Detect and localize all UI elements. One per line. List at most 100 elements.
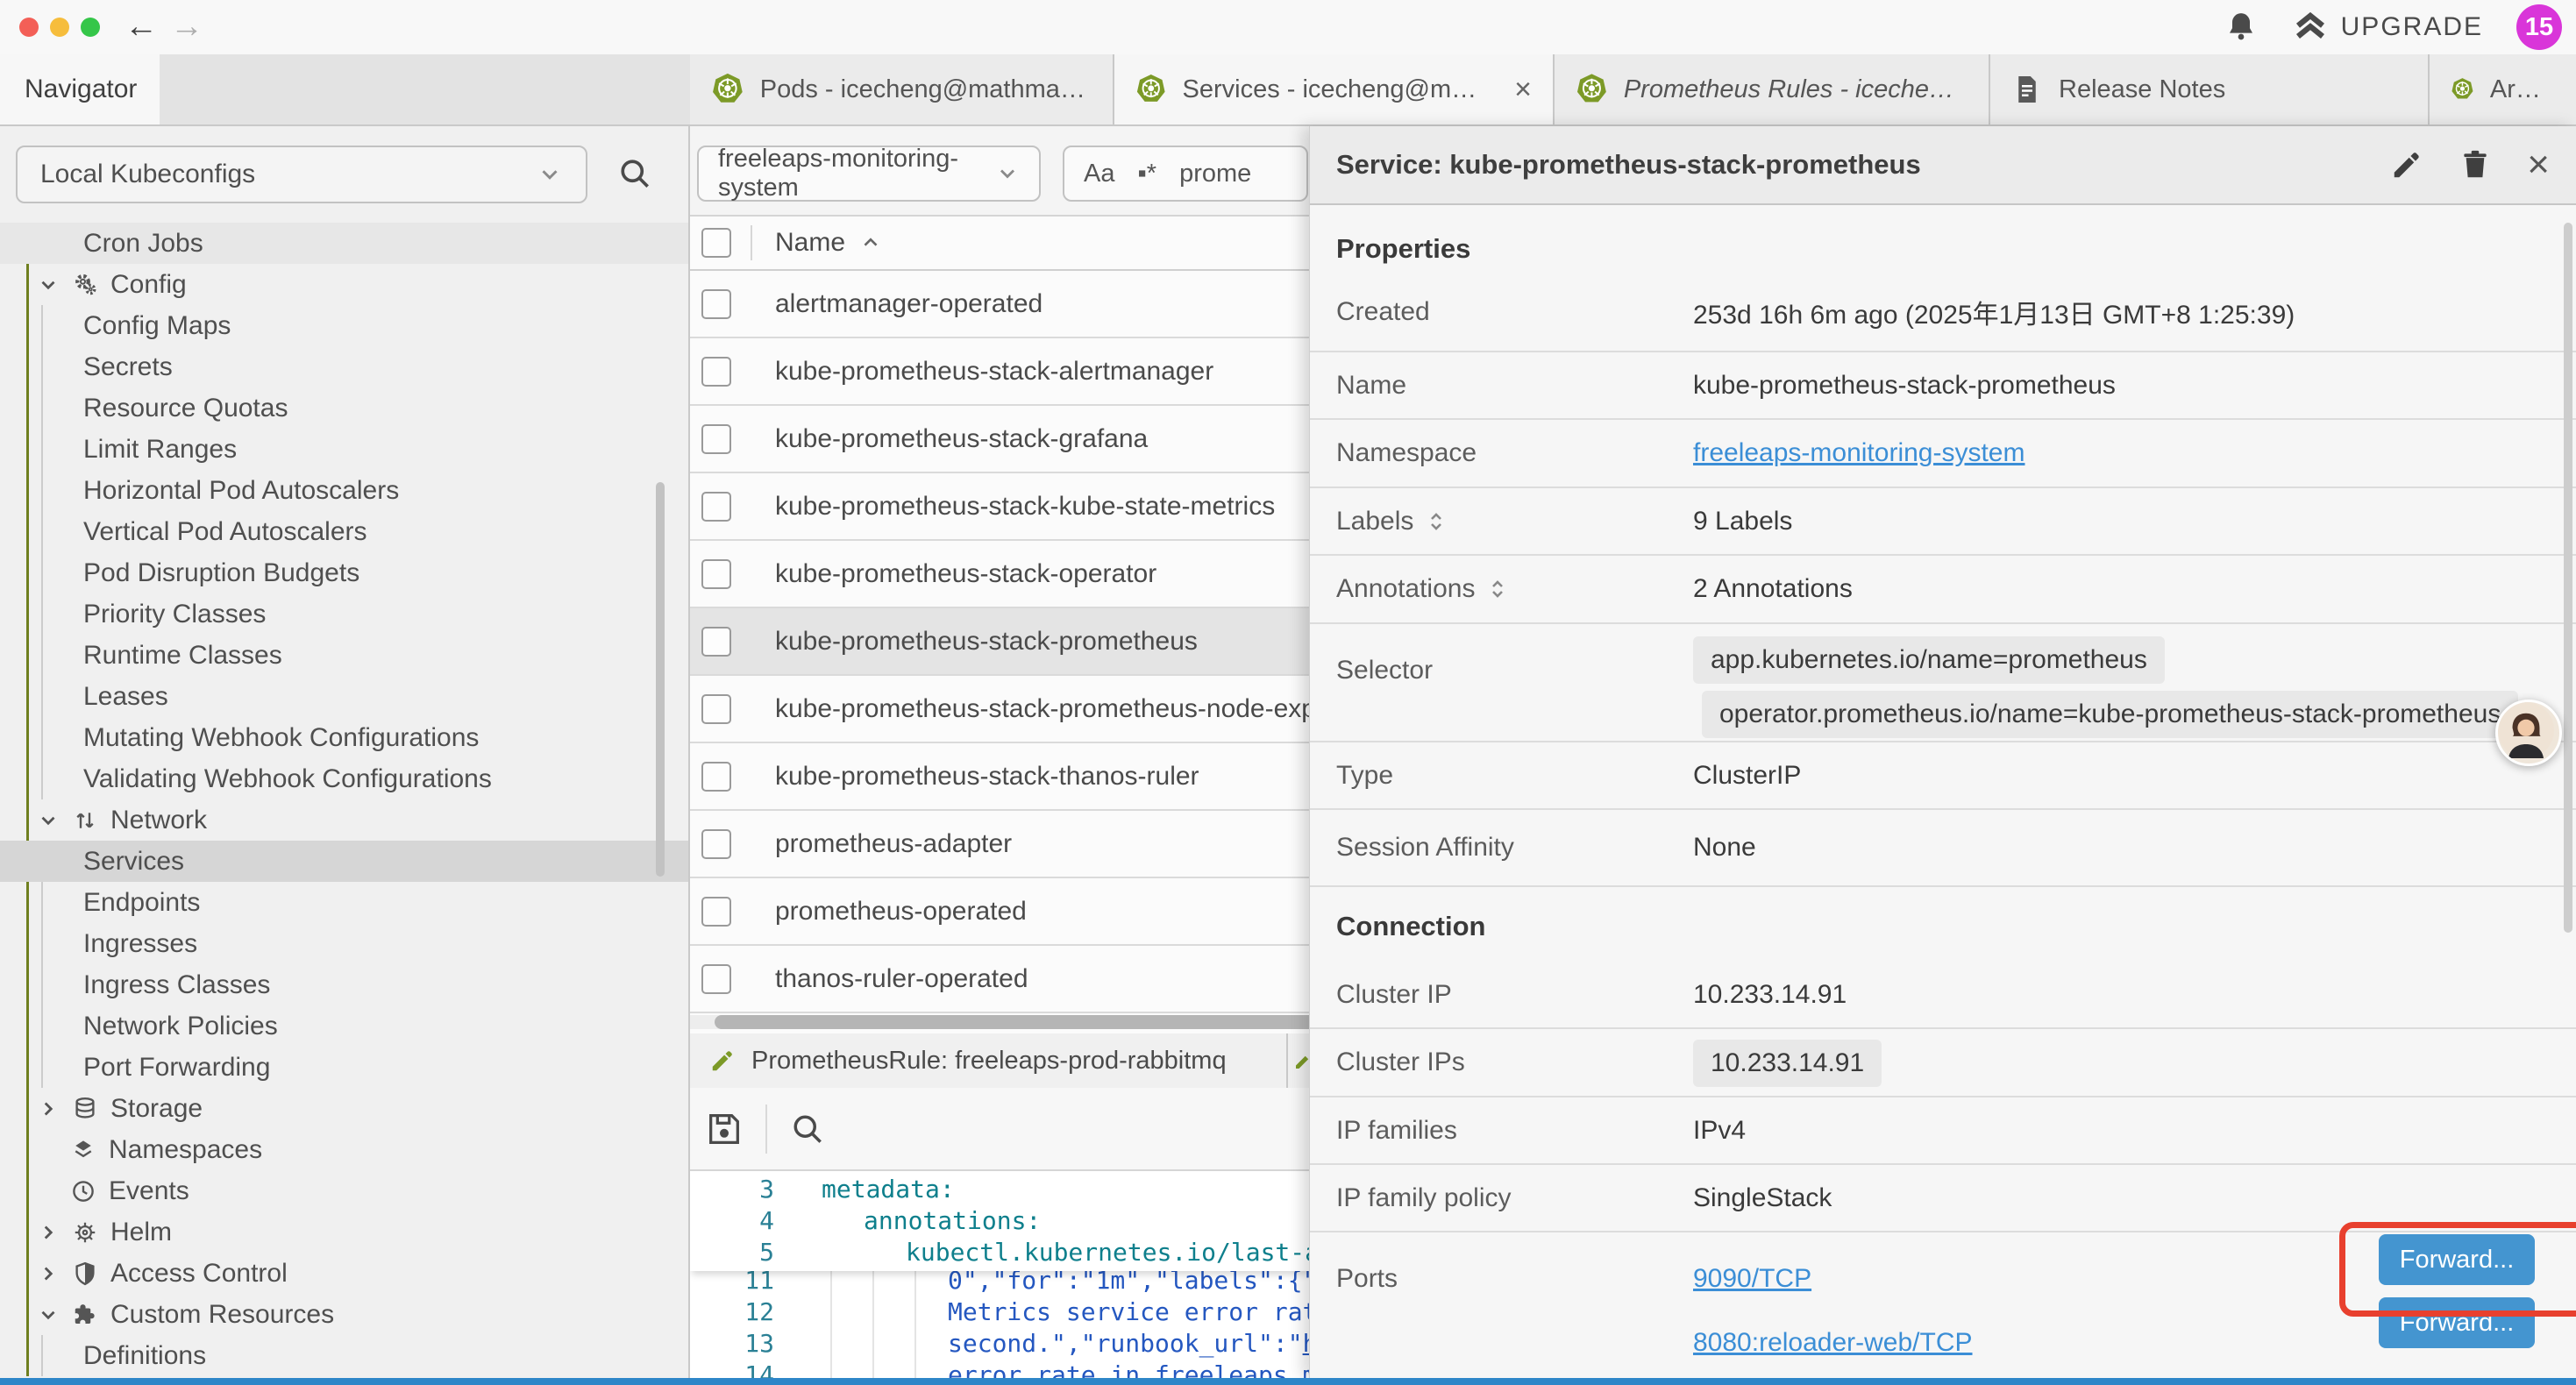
tree-item-pod-disruption-budgets[interactable]: Pod Disruption Budgets: [0, 552, 688, 593]
namespace-link[interactable]: freeleaps-monitoring-system: [1693, 438, 2025, 468]
gear-icon: [72, 272, 98, 298]
tree-item-events[interactable]: Events: [0, 1170, 688, 1211]
row-checkbox[interactable]: [701, 694, 731, 724]
select-all-checkbox[interactable]: [701, 228, 731, 258]
labels-count[interactable]: 9 Labels: [1693, 507, 1792, 536]
tree-item-vertical-pod-autoscalers[interactable]: Vertical Pod Autoscalers: [0, 511, 688, 552]
tree-item-mutating-webhook-configurations[interactable]: Mutating Webhook Configurations: [0, 717, 688, 758]
expand-collapse-icon[interactable]: [1487, 576, 1508, 602]
tree-item-priority-classes[interactable]: Priority Classes: [0, 593, 688, 635]
tab-services[interactable]: Services - icecheng@math... ×: [1114, 54, 1555, 124]
tree-item-network-policies[interactable]: Network Policies: [0, 1005, 688, 1047]
kubeconfig-selector[interactable]: Local Kubeconfigs: [16, 146, 587, 203]
drawer-scrollbar[interactable]: [2564, 223, 2572, 933]
port-link-8080[interactable]: 8080:reloader-web/TCP: [1693, 1328, 1973, 1358]
name-column-header[interactable]: Name: [775, 228, 882, 258]
tree-item-definitions[interactable]: Definitions: [0, 1335, 688, 1376]
save-button[interactable]: [704, 1109, 744, 1149]
chevron-right-icon: [37, 1262, 60, 1285]
tree-item-leases[interactable]: Leases: [0, 676, 688, 717]
editor-search-button[interactable]: [788, 1110, 827, 1148]
row-checkbox[interactable]: [701, 357, 731, 387]
navigator-tab-label: Navigator: [25, 75, 137, 104]
tree-item-cron-jobs[interactable]: Cron Jobs: [0, 223, 688, 264]
tree-item-port-forwarding[interactable]: Port Forwarding: [0, 1047, 688, 1088]
annotation-highlight-box: [2339, 1222, 2576, 1317]
row-checkbox[interactable]: [701, 559, 731, 589]
tree-group-access-control[interactable]: Access Control: [0, 1253, 688, 1294]
history-back-button[interactable]: ←: [125, 7, 158, 46]
tree-group-storage[interactable]: Storage: [0, 1088, 688, 1129]
tab-strip: Navigator Pods - icecheng@mathmas... Ser…: [0, 54, 2576, 126]
chevron-down-icon: [995, 161, 1020, 186]
resource-search-input[interactable]: Aa ▪* prome: [1063, 146, 1308, 202]
kubernetes-icon: [1135, 73, 1167, 106]
minimize-window-button[interactable]: [50, 18, 69, 37]
chevron-right-icon: [37, 1221, 60, 1244]
notification-count-badge[interactable]: 15: [2516, 4, 2562, 50]
tree-item-resource-quotas[interactable]: Resource Quotas: [0, 387, 688, 429]
tab-navigator-panel[interactable]: Navigator: [0, 54, 160, 124]
row-checkbox[interactable]: [701, 289, 731, 319]
tree-group-network[interactable]: Network: [0, 799, 688, 841]
bell-icon[interactable]: [2224, 10, 2259, 45]
property-row-name: Name kube-prometheus-stack-prometheus: [1310, 352, 2576, 420]
tree-item-config-maps[interactable]: Config Maps: [0, 305, 688, 346]
connection-section-heading: Connection: [1336, 911, 1486, 942]
tree-item-secrets[interactable]: Secrets: [0, 346, 688, 387]
annotations-count[interactable]: 2 Annotations: [1693, 574, 1853, 604]
row-checkbox[interactable]: [701, 964, 731, 994]
tree-item-endpoints[interactable]: Endpoints: [0, 882, 688, 923]
property-row-annotations: Annotations 2 Annotations: [1310, 556, 2576, 624]
selector-chip: operator.prometheus.io/name=kube-prometh…: [1702, 691, 2518, 738]
row-checkbox[interactable]: [701, 492, 731, 522]
close-tab-icon[interactable]: ×: [1502, 73, 1532, 107]
user-avatar[interactable]: [2495, 700, 2562, 766]
kubeconfig-selector-value: Local Kubeconfigs: [40, 160, 255, 189]
tree-item-horizontal-pod-autoscalers[interactable]: Horizontal Pod Autoscalers: [0, 470, 688, 511]
tab-release-notes[interactable]: Release Notes: [1990, 54, 2430, 124]
upgrade-button[interactable]: UPGRADE: [2292, 9, 2483, 46]
tree-item-ingresses[interactable]: Ingresses: [0, 923, 688, 964]
tree-item-runtime-classes[interactable]: Runtime Classes: [0, 635, 688, 676]
maximize-window-button[interactable]: [81, 18, 100, 37]
tab-argo[interactable]: Argo Se: [2430, 54, 2576, 124]
row-checkbox[interactable]: [701, 627, 731, 657]
editor-tab-prometheusrule[interactable]: PrometheusRule: freeleaps-prod-rabbitmq: [690, 1033, 1288, 1088]
close-window-button[interactable]: [19, 18, 39, 37]
row-checkbox[interactable]: [701, 762, 731, 792]
navigator-scrollbar[interactable]: [656, 482, 665, 877]
regex-toggle[interactable]: ▪*: [1137, 160, 1156, 188]
expand-collapse-icon[interactable]: [1426, 508, 1447, 535]
tree-group-config[interactable]: Config: [0, 264, 688, 305]
kubernetes-icon: [2451, 73, 2474, 106]
toolbar-divider: [765, 1104, 767, 1154]
namespace-filter-value: freeleaps-monitoring-system: [718, 145, 995, 202]
history-forward-button[interactable]: →: [170, 7, 203, 46]
service-detail-drawer: Service: kube-prometheus-stack-prometheu…: [1309, 126, 2576, 1378]
delete-icon[interactable]: [2459, 148, 2492, 181]
tree-item-namespaces[interactable]: Namespaces: [0, 1129, 688, 1170]
tree-item-services[interactable]: Services: [0, 841, 688, 882]
person-image: [2498, 702, 2554, 758]
match-case-toggle[interactable]: Aa: [1084, 160, 1114, 188]
tree-group-custom-resources[interactable]: Custom Resources: [0, 1294, 688, 1335]
tree-item-validating-webhook-configurations[interactable]: Validating Webhook Configurations: [0, 758, 688, 799]
pencil-icon: [709, 1048, 736, 1074]
close-drawer-icon[interactable]: ×: [2527, 147, 2550, 182]
name-value: kube-prometheus-stack-prometheus: [1693, 371, 2116, 401]
edit-icon[interactable]: [2390, 148, 2423, 181]
navigator-search-icon[interactable]: [616, 154, 654, 193]
tree-group-helm[interactable]: Helm: [0, 1211, 688, 1253]
tab-prometheus-rules[interactable]: Prometheus Rules - icecheng...: [1555, 54, 1990, 124]
tree-item-ingress-classes[interactable]: Ingress Classes: [0, 964, 688, 1005]
namespace-filter-dropdown[interactable]: freeleaps-monitoring-system: [697, 146, 1041, 202]
row-checkbox[interactable]: [701, 829, 731, 859]
tree-item-limit-ranges[interactable]: Limit Ranges: [0, 429, 688, 470]
row-checkbox[interactable]: [701, 424, 731, 454]
navigator-panel: Local Kubeconfigs Cron Jobs Config Confi…: [0, 126, 690, 1378]
port-link-9090[interactable]: 9090/TCP: [1693, 1264, 1811, 1294]
layers-icon: [70, 1137, 96, 1163]
tab-pods[interactable]: Pods - icecheng@mathmas...: [690, 54, 1114, 124]
row-checkbox[interactable]: [701, 897, 731, 927]
